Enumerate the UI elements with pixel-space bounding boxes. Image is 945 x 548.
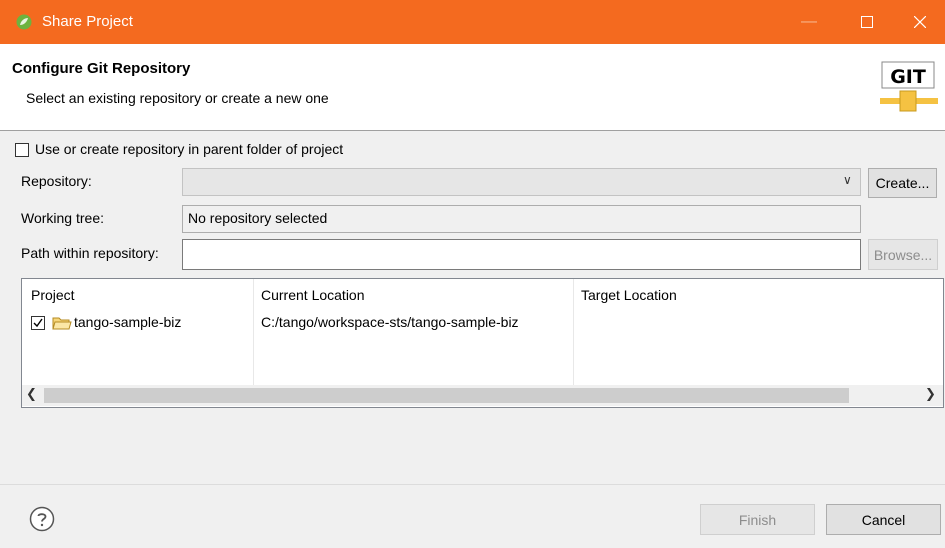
scrollbar-thumb[interactable]: [44, 388, 849, 403]
minimize-button[interactable]: —: [782, 0, 836, 44]
project-folder-icon: [52, 317, 72, 330]
help-icon[interactable]: [29, 506, 55, 532]
repository-select[interactable]: [182, 168, 861, 196]
repository-label: Repository:: [21, 173, 92, 189]
checkmark-icon: [33, 318, 43, 328]
close-icon: [914, 16, 926, 28]
column-header-target-location[interactable]: Target Location: [581, 287, 677, 303]
wizard-header: Configure Git Repository Select an exist…: [0, 44, 945, 131]
git-logo-icon: GIT: [880, 61, 938, 112]
title-bar: Share Project —: [0, 0, 945, 44]
column-header-current-location[interactable]: Current Location: [261, 287, 365, 303]
git-logo-text: GIT: [890, 66, 926, 88]
working-tree-value: No repository selected: [188, 210, 328, 226]
window-title: Share Project: [42, 13, 133, 30]
close-button[interactable]: [893, 0, 945, 44]
browse-button[interactable]: Browse...: [868, 239, 938, 270]
scroll-right-icon[interactable]: ❯: [925, 386, 936, 402]
create-button[interactable]: Create...: [868, 168, 937, 198]
column-separator[interactable]: [253, 279, 254, 385]
finish-button[interactable]: Finish: [700, 504, 815, 535]
column-header-project[interactable]: Project: [31, 287, 75, 303]
page-subtitle: Select an existing repository or create …: [26, 90, 329, 106]
project-row-checkbox[interactable]: [31, 316, 45, 330]
working-tree-label: Working tree:: [21, 210, 104, 226]
use-parent-folder-checkbox[interactable]: [15, 143, 29, 157]
maximize-button[interactable]: [840, 0, 894, 44]
scroll-left-icon[interactable]: ❮: [26, 386, 37, 402]
maximize-icon: [861, 16, 873, 28]
project-current-location: C:/tango/workspace-sts/tango-sample-biz: [261, 314, 519, 330]
project-name[interactable]: tango-sample-biz: [74, 314, 181, 330]
cancel-button[interactable]: Cancel: [826, 504, 941, 535]
chevron-down-icon[interactable]: ∨: [843, 173, 852, 187]
path-input[interactable]: [182, 239, 861, 270]
use-parent-folder-label: Use or create repository in parent folde…: [35, 141, 344, 157]
spring-leaf-icon: [16, 14, 32, 30]
path-label: Path within repository:: [21, 245, 159, 261]
column-separator[interactable]: [573, 279, 574, 385]
footer-divider: [0, 484, 945, 485]
page-title: Configure Git Repository: [12, 60, 191, 77]
minimize-icon: —: [801, 13, 817, 30]
